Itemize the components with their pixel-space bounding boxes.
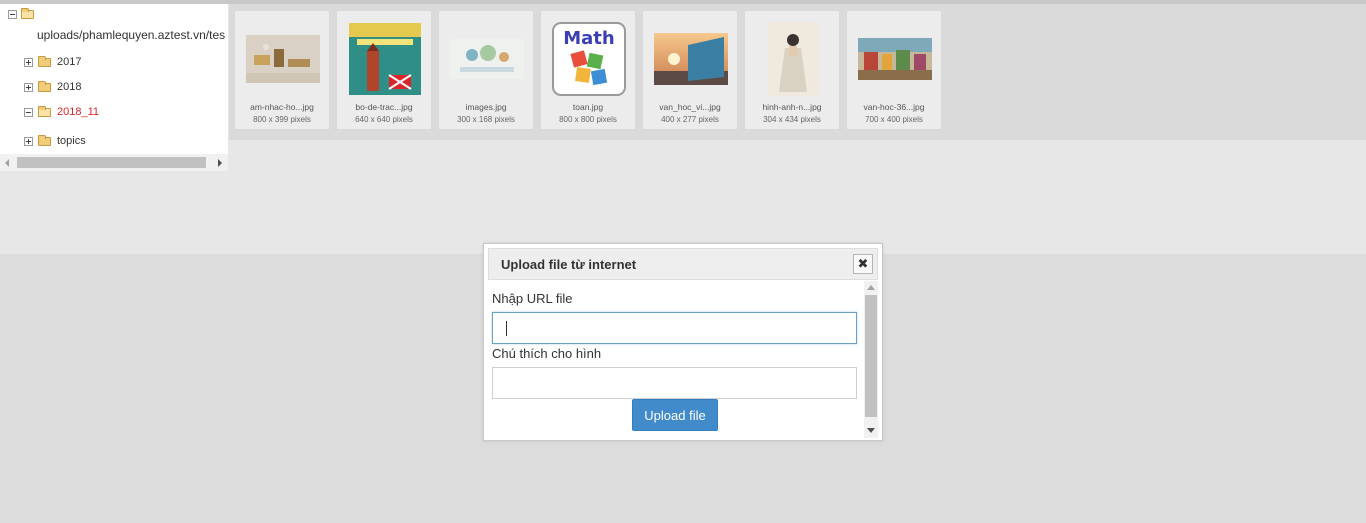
image-thumbnail[interactable]: hinh-anh-n...jpg 304 x 434 pixels	[744, 10, 840, 130]
thumbnail-filename: van_hoc_vi...jpg	[659, 102, 721, 112]
scroll-left-icon[interactable]	[5, 159, 9, 167]
thumbnail-filename: bo-de-trac...jpg	[355, 102, 413, 112]
scroll-down-icon[interactable]	[867, 428, 875, 433]
folder-icon	[38, 134, 51, 146]
root-folder-path[interactable]: uploads/phamlequyen.aztest.vn/tes	[37, 28, 225, 42]
tree-item-2018-11[interactable]: 2018_11	[24, 105, 100, 118]
tree-item-label: 2018	[57, 81, 82, 93]
image-thumbnail[interactable]: am-nhac-ho...jpg 800 x 399 pixels	[234, 10, 330, 130]
math-logo-text: Math	[563, 28, 614, 49]
thumbnail-dimensions: 300 x 168 pixels	[457, 115, 515, 124]
scrollbar-thumb[interactable]	[865, 295, 877, 417]
thumbnail-dimensions: 304 x 434 pixels	[763, 115, 821, 124]
tieng-anh-book-cover	[348, 23, 422, 95]
text-cursor	[506, 321, 507, 336]
image-thumbnail[interactable]: Math toan.jpg 800 x 800 pixels	[540, 10, 636, 130]
url-label: Nhập URL file	[492, 291, 573, 306]
image-thumbnail[interactable]: van_hoc_vi...jpg 400 x 277 pixels	[642, 10, 738, 130]
open-folder-icon	[21, 8, 34, 19]
dialog-header[interactable]: Upload file từ internet ✖	[488, 248, 878, 280]
tree-item-topics[interactable]: topics	[24, 134, 86, 147]
upload-file-button[interactable]: Upload file	[632, 399, 718, 431]
image-thumbnail[interactable]: van-hoc-36...jpg 700 x 400 pixels	[846, 10, 942, 130]
thumbnail-filename: images.jpg	[465, 102, 507, 112]
folder-tree: uploads/phamlequyen.aztest.vn/tes 2017 2…	[0, 4, 228, 154]
thumbnail-dimensions: 800 x 800 pixels	[559, 115, 617, 124]
collapse-icon[interactable]	[24, 107, 33, 117]
thumbnail-filename: hinh-anh-n...jpg	[762, 102, 822, 112]
caption-label: Chú thích cho hình	[492, 346, 602, 361]
thumbnail-dimensions: 800 x 399 pixels	[253, 115, 311, 124]
image-gallery: am-nhac-ho...jpg 800 x 399 pixels bo-de-…	[229, 4, 1366, 140]
collapse-icon[interactable]	[8, 10, 17, 19]
tree-item-label: 2018_11	[57, 106, 100, 118]
url-input[interactable]	[492, 312, 857, 344]
expand-icon[interactable]	[24, 57, 33, 67]
thumbnail-filename: toan.jpg	[572, 102, 604, 112]
scrollbar-thumb[interactable]	[17, 157, 206, 168]
tree-item-2018[interactable]: 2018	[24, 80, 82, 93]
close-icon[interactable]: ✖	[853, 254, 873, 274]
math-logo-image: Math	[552, 22, 626, 96]
folder-icon	[38, 55, 51, 67]
thumbnail-dimensions: 700 x 400 pixels	[865, 115, 923, 124]
music-image	[246, 23, 320, 95]
thumbnail-filename: van-hoc-36...jpg	[863, 102, 925, 112]
image-thumbnail[interactable]: images.jpg 300 x 168 pixels	[438, 10, 534, 130]
scroll-right-icon[interactable]	[218, 159, 222, 167]
colorful-painting-image	[858, 23, 932, 95]
expand-icon[interactable]	[24, 136, 33, 146]
dialog-title: Upload file từ internet	[501, 257, 637, 272]
thumbnail-filename: am-nhac-ho...jpg	[250, 102, 314, 112]
dialog-vertical-scrollbar[interactable]	[864, 281, 878, 438]
open-folder-icon	[38, 105, 51, 117]
tree-root-row[interactable]	[8, 8, 34, 19]
folder-icon	[38, 80, 51, 92]
tree-item-label: 2017	[57, 56, 82, 68]
tree-item-2017[interactable]: 2017	[24, 55, 82, 68]
image-thumbnail[interactable]: bo-de-trac...jpg 640 x 640 pixels	[336, 10, 432, 130]
sunset-book-image	[654, 23, 728, 95]
english-banner-image	[450, 23, 524, 95]
upload-from-internet-dialog: Upload file từ internet ✖ Nhập URL file …	[483, 243, 883, 441]
tree-item-label: topics	[57, 135, 86, 147]
thumbnail-dimensions: 640 x 640 pixels	[355, 115, 413, 124]
caption-input[interactable]	[492, 367, 857, 399]
scroll-up-icon[interactable]	[867, 285, 875, 290]
tree-horizontal-scrollbar[interactable]	[0, 154, 228, 171]
portrait-painting-image	[756, 22, 830, 96]
expand-icon[interactable]	[24, 82, 33, 92]
thumbnail-dimensions: 400 x 277 pixels	[661, 115, 719, 124]
